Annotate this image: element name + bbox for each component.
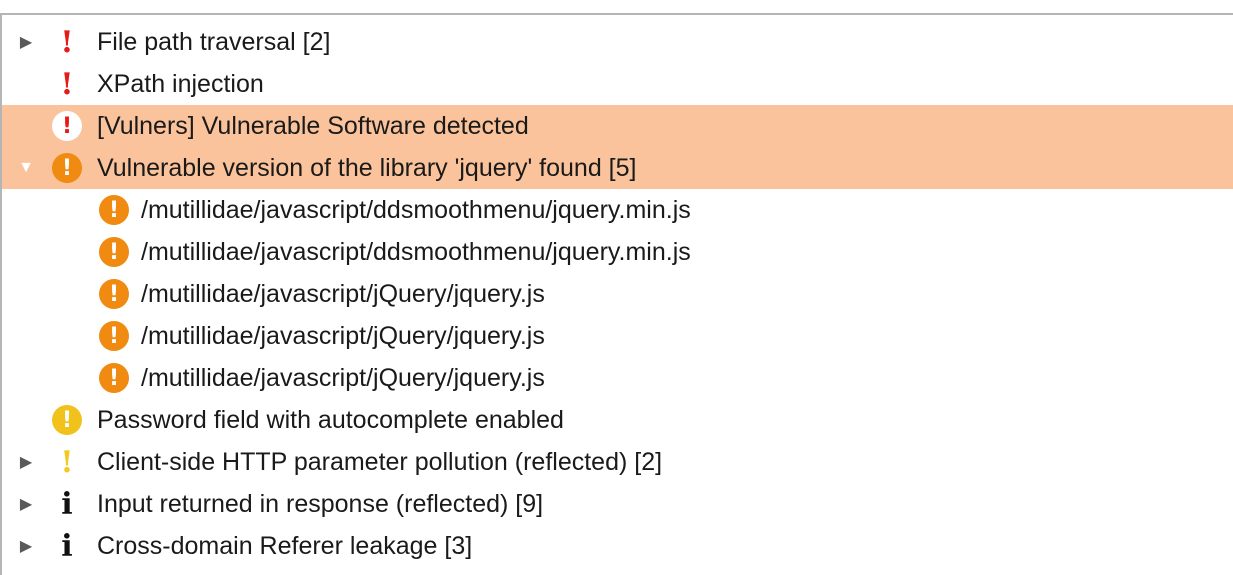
tree-row-vulnerable-jquery[interactable]: ▼ ! Vulnerable version of the library 'j… <box>2 147 1233 189</box>
exclamation-circle-icon: ! <box>50 399 84 441</box>
tree-row-file-path-traversal[interactable]: ▶ ! File path traversal [2] <box>2 21 1233 63</box>
issue-label: File path traversal [2] <box>97 28 331 56</box>
issue-tree-panel: ! Cleartext submission of password ▶ ! F… <box>0 13 1233 575</box>
issue-tree: ! Cleartext submission of password ▶ ! F… <box>2 15 1233 567</box>
tree-row-referer-leakage[interactable]: ▶ i Cross-domain Referer leakage [3] <box>2 525 1233 567</box>
issue-path-label: /mutillidae/javascript/jQuery/jquery.js <box>141 322 545 350</box>
tree-child-row[interactable]: ! /mutillidae/javascript/jQuery/jquery.j… <box>2 273 1233 315</box>
issue-label: Cross-domain Referer leakage [3] <box>97 532 473 560</box>
tree-child-row[interactable]: ! /mutillidae/javascript/ddsmoothmenu/jq… <box>2 189 1233 231</box>
tree-row-http-parameter-pollution[interactable]: ▶ ! Client-side HTTP parameter pollution… <box>2 441 1233 483</box>
collapse-arrow-icon[interactable]: ▼ <box>16 147 36 189</box>
issue-path-label: /mutillidae/javascript/jQuery/jquery.js <box>141 280 545 308</box>
issue-label: Password field with autocomplete enabled <box>97 406 564 434</box>
tree-row-input-returned[interactable]: ▶ i Input returned in response (reflecte… <box>2 483 1233 525</box>
exclamation-circle-icon: ! <box>97 273 131 315</box>
issue-label: Input returned in response (reflected) [… <box>97 490 544 518</box>
issue-path-label: /mutillidae/javascript/jQuery/jquery.js <box>141 364 545 392</box>
exclamation-icon: ! <box>60 66 74 102</box>
tree-child-row[interactable]: ! /mutillidae/javascript/jQuery/jquery.j… <box>2 357 1233 399</box>
issue-path-label: /mutillidae/javascript/ddsmoothmenu/jque… <box>141 196 691 224</box>
tree-child-row[interactable]: ! /mutillidae/javascript/ddsmoothmenu/jq… <box>2 231 1233 273</box>
issue-path-label: /mutillidae/javascript/ddsmoothmenu/jque… <box>141 238 691 266</box>
exclamation-circle-icon: ! <box>97 189 131 231</box>
exclamation-circle-icon: ! <box>50 105 84 147</box>
info-icon: i <box>61 486 73 522</box>
expand-arrow-icon[interactable]: ▶ <box>16 483 36 525</box>
exclamation-circle-icon: ! <box>97 231 131 273</box>
expand-arrow-icon[interactable]: ▶ <box>16 441 36 483</box>
issue-label: Cleartext submission of password <box>97 15 471 21</box>
expand-arrow-icon[interactable]: ▶ <box>16 21 36 63</box>
tree-row-cleartext-password[interactable]: ! Cleartext submission of password <box>2 15 1233 21</box>
issue-label: [Vulners] Vulnerable Software detected <box>97 112 529 140</box>
info-icon: i <box>61 528 73 564</box>
issue-label: XPath injection <box>97 70 264 98</box>
exclamation-icon: ! <box>60 444 74 480</box>
exclamation-circle-icon: ! <box>97 357 131 399</box>
expand-arrow-icon[interactable]: ▶ <box>16 525 36 567</box>
exclamation-circle-icon: ! <box>50 147 84 189</box>
issue-label: Vulnerable version of the library 'jquer… <box>97 154 637 182</box>
tree-row-password-autocomplete[interactable]: ! Password field with autocomplete enabl… <box>2 399 1233 441</box>
exclamation-circle-icon: ! <box>97 315 131 357</box>
tree-row-vulners-software[interactable]: ! [Vulners] Vulnerable Software detected <box>2 105 1233 147</box>
exclamation-circle-icon: ! <box>50 15 84 21</box>
exclamation-icon: ! <box>60 24 74 60</box>
issue-label: Client-side HTTP parameter pollution (re… <box>97 448 663 476</box>
tree-child-row[interactable]: ! /mutillidae/javascript/jQuery/jquery.j… <box>2 315 1233 357</box>
tree-row-xpath-injection[interactable]: ! XPath injection <box>2 63 1233 105</box>
